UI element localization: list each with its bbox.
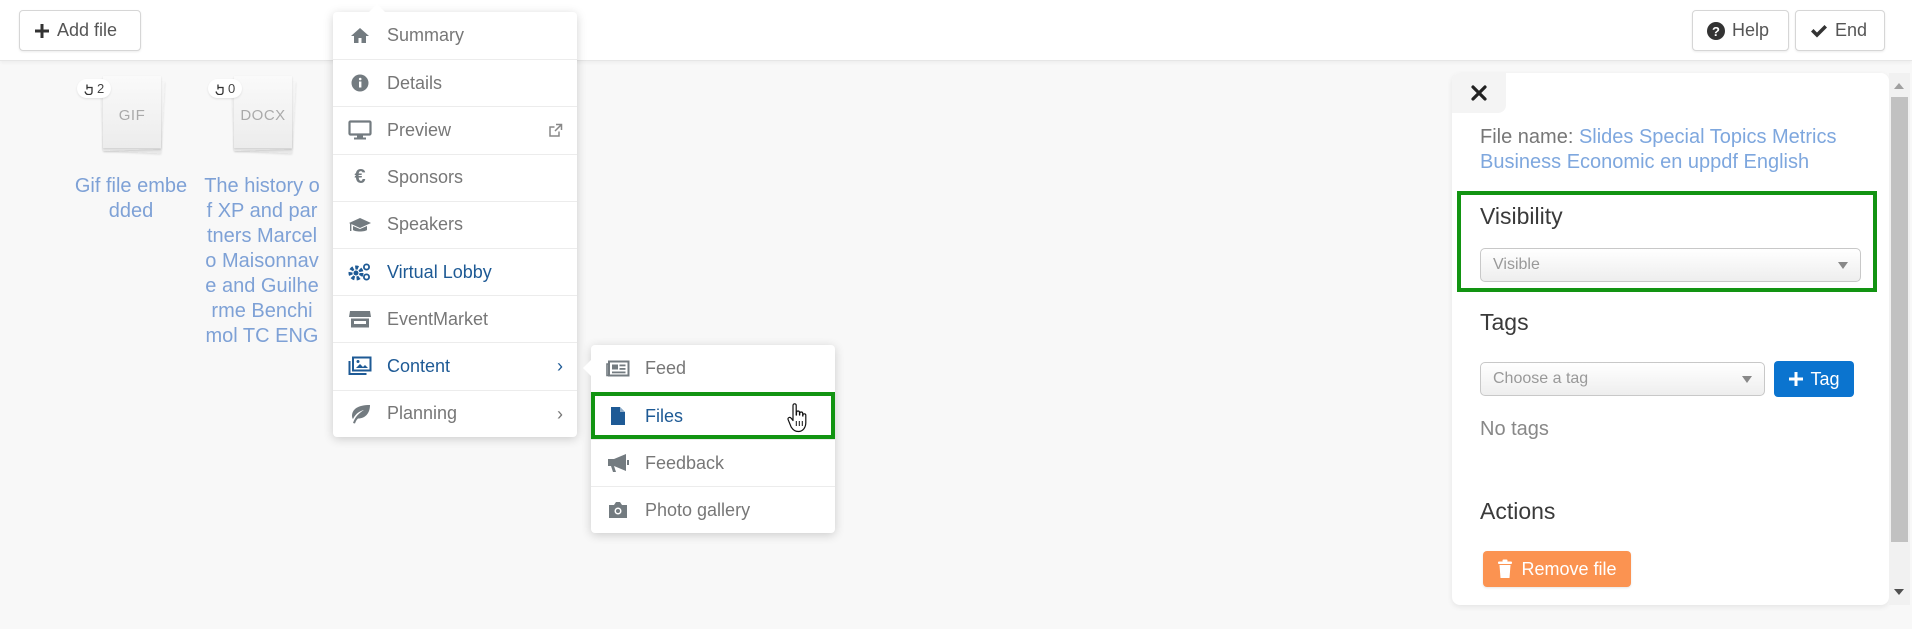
bullhorn-icon [605,453,631,473]
trash-icon [1498,559,1513,578]
scroll-up-arrow-icon[interactable] [1894,83,1904,89]
visibility-heading: Visibility [1480,203,1563,229]
plus-icon [1789,372,1804,386]
menu-item-sponsors[interactable]: € Sponsors [333,153,577,201]
help-label: Help [1732,20,1770,40]
file-extension: DOCX [240,107,286,124]
file-name-link[interactable]: Gif file embedded [67,174,195,224]
end-button[interactable]: End [1795,10,1885,51]
visibility-select[interactable]: Visible [1480,248,1861,282]
leaf-icon [347,404,373,424]
add-file-button[interactable]: Add file [19,10,141,51]
external-link-icon[interactable] [548,122,563,143]
add-tag-button[interactable]: Tag [1774,361,1854,397]
menu-item-preview[interactable]: Preview [333,106,577,153]
check-icon [1811,24,1827,37]
tags-heading: Tags [1480,309,1529,335]
content-submenu: Feed Files Feedback Photo gallery [583,345,835,533]
file-name-link[interactable]: The history of XP and partners Marcelo M… [198,174,326,349]
menu-item-summary[interactable]: Summary [333,12,577,59]
remove-file-button[interactable]: Remove file [1483,551,1631,587]
scrollbar-thumb[interactable] [1891,97,1908,542]
caret-down-icon [1742,376,1752,383]
plus-icon [35,23,49,38]
euro-icon: € [354,166,366,189]
file-thumbnail[interactable]: GIF 2 [77,76,165,154]
top-toolbar: Add file ? Help End [0,0,1912,61]
desktop-icon [347,120,373,140]
panel-scrollbar[interactable] [1889,73,1910,605]
graduation-cap-icon [347,215,373,235]
close-icon [1471,85,1487,101]
chevron-right-icon: › [557,403,563,424]
hand-pointer-icon [84,84,93,95]
submenu-item-feed[interactable]: Feed [591,345,835,392]
menu-item-virtual-lobby[interactable]: Virtual Lobby [333,247,577,295]
camera-icon [605,500,631,520]
end-label: End [1835,20,1868,40]
chevron-right-icon: › [557,356,563,377]
menu-item-speakers[interactable]: Speakers [333,200,577,248]
menu-item-eventmarket[interactable]: EventMarket [333,295,577,342]
file-extension: GIF [118,107,146,124]
view-count-badge: 2 [77,79,112,98]
cogs-icon [347,262,373,282]
menu-item-planning[interactable]: Planning › [333,389,577,437]
help-button[interactable]: ? Help [1692,10,1789,51]
tag-select[interactable]: Choose a tag [1480,362,1765,396]
images-icon [347,356,373,376]
view-count-badge: 0 [208,79,243,98]
info-circle-icon [347,73,373,93]
scroll-down-arrow-icon[interactable] [1894,589,1904,595]
menu-item-details[interactable]: Details [333,59,577,106]
newspaper-icon [605,359,631,379]
navigation-menu: Summary Details Preview € Sponsors Speak… [333,4,577,437]
close-panel-button[interactable] [1452,73,1506,113]
hand-cursor-icon [787,403,807,433]
caret-down-icon [1838,262,1848,269]
file-details-panel: File name: Slides Special Topics Metrics… [1452,73,1889,605]
no-tags-text: No tags [1480,418,1549,440]
store-icon [347,309,373,329]
file-tile[interactable]: DOCX 0 The history of XP and partners Ma… [198,76,326,349]
submenu-item-photo-gallery[interactable]: Photo gallery [591,486,835,533]
file-icon [605,406,631,426]
question-circle-icon: ? [1707,21,1725,40]
hand-pointer-icon [215,84,224,95]
file-name: File name: Slides Special Topics Metrics… [1480,125,1870,175]
svg-text:?: ? [1712,24,1720,39]
add-file-label: Add file [57,20,118,40]
actions-heading: Actions [1480,498,1556,524]
home-icon [347,26,373,46]
file-name-label: File name: [1480,126,1574,148]
file-thumbnail[interactable]: DOCX 0 [208,76,296,154]
submenu-item-feedback[interactable]: Feedback [591,439,835,486]
menu-item-content[interactable]: Content › [333,342,577,389]
file-tile[interactable]: GIF 2 Gif file embedded [67,76,195,224]
